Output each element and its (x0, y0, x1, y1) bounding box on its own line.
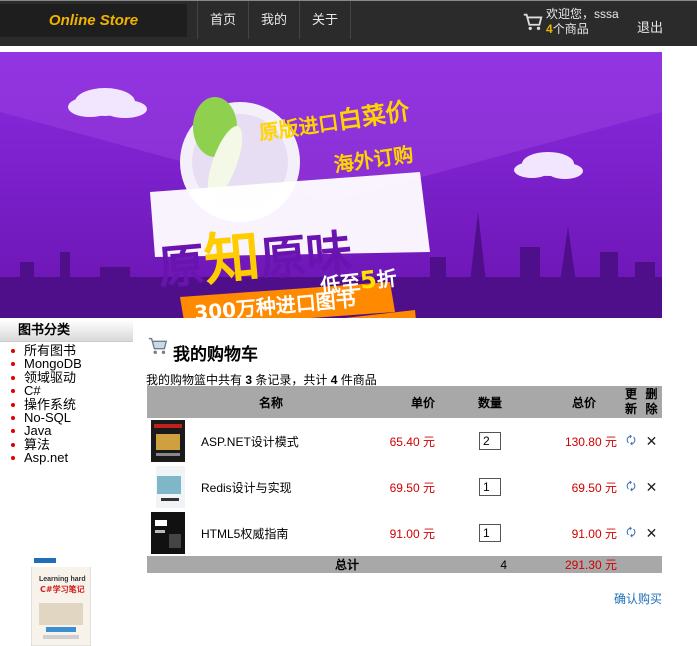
confirm-purchase-link[interactable]: 确认购买 (614, 590, 662, 607)
summary-prefix: 我的购物篮中共有 (146, 373, 246, 387)
featured-book-cover[interactable]: Learning hard C#学习笔记 (31, 555, 91, 646)
nav-item-mine[interactable]: 我的 (248, 1, 299, 39)
banner-ribbon-2-c: 折 (375, 266, 398, 293)
banner-big-a: 原 (156, 237, 207, 295)
col-name: 名称 (258, 395, 283, 410)
total-quantity: 4 (500, 557, 507, 572)
page-title: 我的购物车 (173, 345, 258, 364)
promo-banner[interactable]: 原版进口白菜价 海外订购 原知原味 300万种进口图书 低至5折 (0, 52, 662, 318)
category-item[interactable]: 操作系统 (11, 397, 82, 411)
line-total: 130.80 元 (564, 434, 617, 449)
col-update: 更新 (624, 387, 637, 416)
delete-icon[interactable]: ✕ (646, 479, 658, 495)
site-logo-text: Online Store (48, 12, 139, 29)
cart-icon (523, 13, 543, 31)
category-title: 图书分类 (0, 320, 133, 342)
quantity-input[interactable] (479, 524, 501, 542)
col-total: 总价 (571, 395, 596, 410)
table-row: Redis设计与实现 69.50 元 69.50 元 🗘 ✕ (147, 464, 662, 510)
col-delete: 删除 (645, 387, 658, 416)
category-item[interactable]: Java (11, 424, 82, 438)
product-name[interactable]: HTML5权威指南 (191, 510, 341, 556)
unit-price: 91.00 元 (389, 526, 435, 541)
table-row: ASP.NET设计模式 65.40 元 130.80 元 🗘 ✕ (147, 418, 662, 464)
summary-suffix: 件商品 (337, 373, 377, 387)
top-bar: Online Store 首页 我的 关于 欢迎您，sssa 4个商品 退出 (0, 0, 697, 46)
svg-text:C#学习笔记: C#学习笔记 (40, 584, 85, 594)
site-logo[interactable]: Online Store (0, 4, 187, 37)
category-item[interactable]: 所有图书 (11, 344, 82, 357)
category-link-aspnet[interactable]: Asp.net (24, 450, 68, 465)
col-price: 单价 (410, 395, 435, 410)
col-qty: 数量 (477, 395, 502, 410)
category-item[interactable]: Asp.net (11, 451, 82, 464)
svg-text:Learning hard: Learning hard (39, 576, 86, 583)
line-total: 69.50 元 (571, 480, 617, 495)
category-item[interactable]: 算法 (11, 438, 82, 451)
banner-ribbon-2-a: 低至 (319, 269, 362, 298)
category-item[interactable]: No-SQL (11, 411, 82, 424)
category-list: 所有图书 MongoDB 领域驱动 C# 操作系统 No-SQL Java 算法… (11, 344, 82, 465)
category-item[interactable]: MongoDB (11, 357, 82, 371)
table-footer-row: 总计 4 291.30 元 (147, 556, 662, 573)
category-item[interactable]: 领域驱动 (11, 371, 82, 384)
category-item[interactable]: C# (11, 384, 82, 397)
cart-count: 4 (546, 22, 553, 36)
logout-link[interactable]: 退出 (637, 17, 663, 36)
cart-count-suffix: 个商品 (552, 22, 589, 36)
total-sum: 291.30 元 (564, 558, 617, 572)
unit-price: 69.50 元 (389, 480, 435, 495)
main-nav: 首页 我的 关于 (197, 1, 352, 39)
refresh-icon[interactable]: 🗘 (626, 527, 636, 539)
refresh-icon[interactable]: 🗘 (626, 481, 636, 493)
unit-price: 65.40 元 (389, 434, 435, 449)
banner-big-b: 知 (201, 224, 262, 294)
product-name[interactable]: Redis设计与实现 (191, 464, 341, 510)
book-thumbnail[interactable] (151, 512, 185, 554)
nav-item-home[interactable]: 首页 (197, 1, 248, 39)
book-thumbnail[interactable] (151, 466, 185, 508)
delete-icon[interactable]: ✕ (646, 433, 658, 449)
refresh-icon[interactable]: 🗘 (626, 435, 636, 447)
quantity-input[interactable] (479, 432, 501, 450)
cart-table: 名称 单价 数量 总价 更新 删除 ASP.NET设计模式 65.40 元 13… (147, 386, 662, 573)
nav-item-about[interactable]: 关于 (299, 1, 352, 39)
product-name[interactable]: ASP.NET设计模式 (191, 418, 341, 464)
quantity-input[interactable] (479, 478, 501, 496)
line-total: 91.00 元 (571, 526, 617, 541)
table-row: HTML5权威指南 91.00 元 91.00 元 🗘 ✕ (147, 510, 662, 556)
table-header-row: 名称 单价 数量 总价 更新 删除 (147, 386, 662, 418)
mini-cart[interactable]: 欢迎您，sssa 4个商品 (522, 7, 619, 41)
greeting: 欢迎您，sssa (546, 7, 619, 21)
mini-cart-text: 欢迎您，sssa 4个商品 (546, 7, 619, 41)
delete-icon[interactable]: ✕ (646, 525, 658, 541)
total-label: 总计 (334, 558, 359, 572)
shopping-cart-icon (148, 337, 168, 354)
summary-mid: 条记录，共计 (252, 373, 331, 387)
book-thumbnail[interactable] (151, 420, 185, 462)
